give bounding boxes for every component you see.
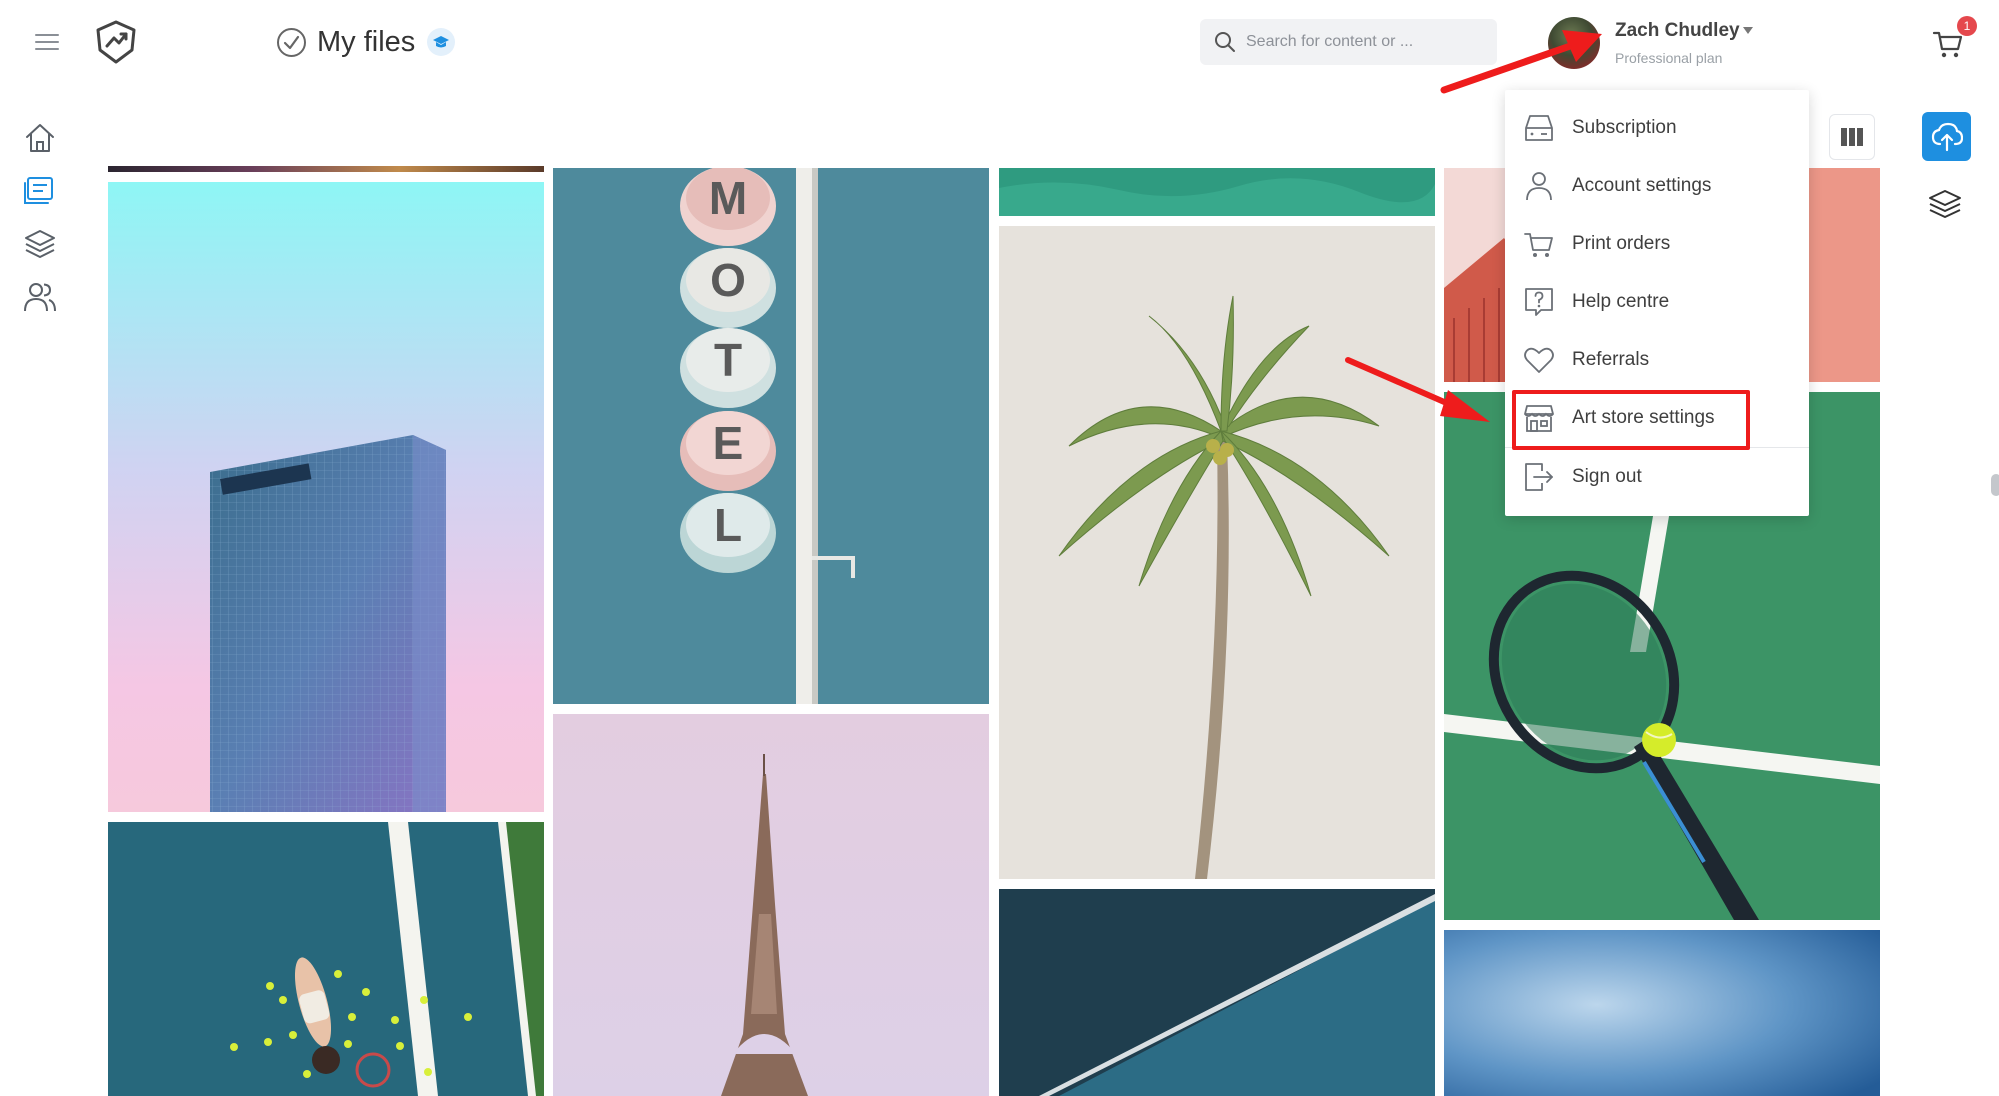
layers-icon[interactable] [22, 226, 58, 262]
svg-text:M: M [709, 172, 747, 224]
menu-item-help-centre[interactable]: Help centre [1505, 277, 1809, 327]
left-nav [22, 120, 62, 332]
svg-text:E: E [713, 417, 744, 469]
svg-text:L: L [714, 499, 742, 551]
gallery-image-palm-tree[interactable] [999, 226, 1435, 879]
upload-button[interactable] [1922, 112, 1971, 161]
menu-item-referrals[interactable]: Referrals [1505, 335, 1809, 385]
sign-out-icon [1525, 463, 1553, 491]
gallery-image-strip[interactable] [108, 166, 544, 172]
heart-icon [1524, 347, 1554, 373]
svg-text:O: O [710, 254, 746, 306]
menu-item-print-orders[interactable]: Print orders [1505, 219, 1809, 269]
menu-item-account-settings[interactable]: Account settings [1505, 161, 1809, 211]
search-icon [1215, 32, 1235, 52]
gallery-image-turquoise-water[interactable] [999, 168, 1435, 216]
highlight-box [1512, 390, 1750, 450]
menu-item-label: Print orders [1572, 233, 1671, 254]
home-icon[interactable] [22, 120, 58, 156]
menu-item-label: Account settings [1572, 175, 1712, 196]
caret-down-icon[interactable] [1743, 27, 1753, 34]
app-window: My files Zach Chudley Professional plan … [0, 0, 1999, 1096]
gallery-image-glass-tower[interactable] [108, 182, 544, 812]
grid-view-button[interactable] [1829, 114, 1875, 160]
avatar[interactable] [1548, 17, 1600, 69]
menu-item-label: Sign out [1572, 466, 1642, 487]
user-name[interactable]: Zach Chudley [1615, 20, 1740, 42]
menu-item-subscription[interactable]: Subscription [1505, 103, 1809, 153]
layers-panel-icon[interactable] [1926, 186, 1964, 224]
search-input[interactable] [1246, 33, 1486, 51]
app-logo-icon[interactable] [95, 20, 137, 64]
subscription-icon [1525, 115, 1553, 141]
page-title: My files [317, 25, 416, 58]
gallery-image-motel-sign[interactable]: M O T E L [553, 168, 989, 704]
cart-badge: 1 [1957, 16, 1977, 36]
my-files-icon[interactable] [22, 173, 58, 209]
gallery-image-tennis-player[interactable] [108, 822, 544, 1096]
cart-icon [1524, 233, 1553, 257]
menu-item-label: Help centre [1572, 291, 1670, 312]
columns-icon [1841, 128, 1863, 146]
gallery-image-blue-sky[interactable] [1444, 930, 1880, 1096]
svg-text:T: T [714, 334, 742, 386]
gallery-image-teal-court[interactable] [999, 889, 1435, 1096]
menu-item-sign-out[interactable]: Sign out [1505, 452, 1809, 502]
user-dropdown-menu: Subscription Account settings Print orde… [1505, 90, 1809, 516]
search-box[interactable] [1200, 19, 1497, 65]
help-icon [1525, 288, 1553, 316]
side-panel-handle[interactable] [1991, 474, 1999, 496]
menu-item-label: Referrals [1572, 349, 1650, 370]
hamburger-menu-icon[interactable] [35, 34, 59, 50]
gallery-image-eiffel-tower[interactable] [553, 714, 989, 1096]
user-icon [1526, 172, 1552, 201]
check-circle-icon [277, 27, 306, 57]
graduation-cap-icon[interactable] [427, 28, 456, 56]
menu-item-label: Subscription [1572, 117, 1677, 138]
page-title-group: My files [276, 24, 456, 60]
users-icon[interactable] [22, 279, 58, 315]
user-plan: Professional plan [1615, 50, 1723, 66]
cloud-upload-icon [1931, 122, 1963, 151]
